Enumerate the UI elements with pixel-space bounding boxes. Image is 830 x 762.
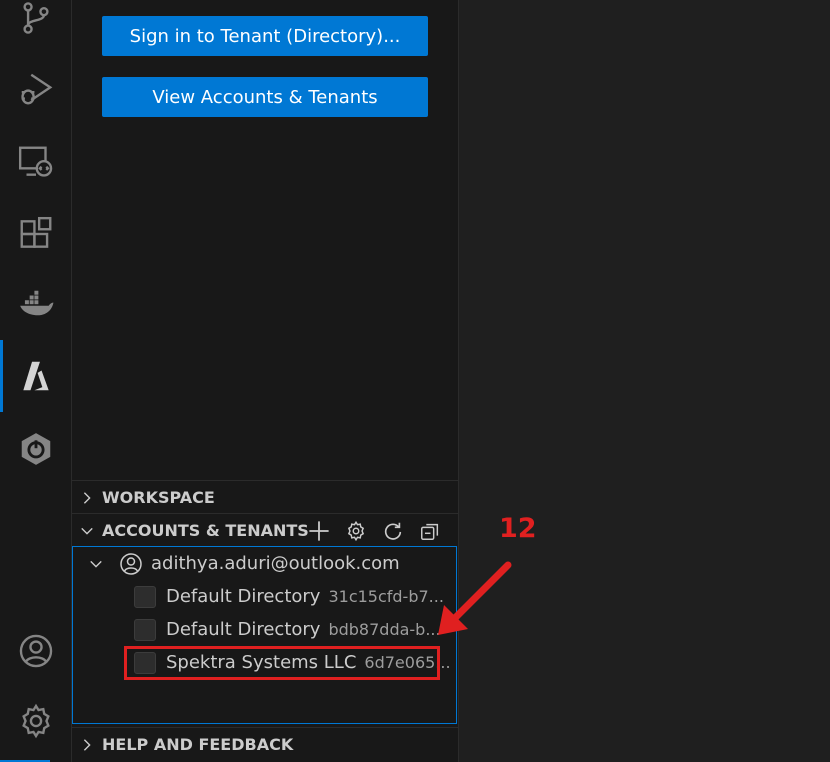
settings-gear-icon[interactable]	[0, 686, 72, 756]
tenant-name: Default Directory	[166, 619, 321, 640]
chevron-down-icon	[72, 514, 102, 547]
help-section-label: HELP AND FEEDBACK	[102, 735, 294, 754]
help-section-header[interactable]: HELP AND FEEDBACK	[72, 728, 458, 761]
refresh-icon[interactable]	[378, 517, 408, 545]
accounts-section-label: ACCOUNTS & TENANTS	[102, 521, 309, 540]
gear-icon[interactable]	[341, 517, 371, 545]
accounts-actions	[304, 514, 445, 547]
accounts-tree: adithya.aduri@outlook.com Default Direct…	[72, 546, 457, 724]
annotation-arrow-icon	[438, 561, 512, 635]
workspace-section-header[interactable]: WORKSPACE	[72, 481, 458, 514]
account-icon[interactable]	[0, 616, 72, 686]
tenant-id: 31c15cfd-b7...	[328, 587, 444, 606]
remote-explorer-icon[interactable]	[0, 127, 72, 197]
extensions-icon[interactable]	[0, 199, 72, 269]
editor-area	[459, 0, 830, 762]
tenant-row[interactable]: Default Directory bdb87dda-b...	[73, 613, 458, 646]
tenant-row[interactable]: Default Directory 31c15cfd-b7...	[73, 580, 458, 613]
sign-in-tenant-button[interactable]: Sign in to Tenant (Directory)...	[102, 16, 428, 56]
tenant-checkbox[interactable]	[134, 618, 156, 641]
source-control-icon[interactable]	[0, 0, 72, 53]
step-number-annotation: 12	[499, 513, 537, 544]
docker-icon[interactable]	[0, 270, 72, 340]
azure-icon[interactable]	[0, 341, 72, 411]
account-email: adithya.aduri@outlook.com	[151, 553, 400, 574]
view-accounts-button[interactable]: View Accounts & Tenants	[102, 77, 428, 117]
tenant-id: bdb87dda-b...	[328, 620, 441, 639]
chevron-down-icon	[73, 557, 119, 571]
collapse-all-icon[interactable]	[415, 517, 445, 545]
run-debug-icon[interactable]	[0, 54, 72, 124]
tenant-name: Default Directory	[166, 586, 321, 607]
activity-bar	[0, 0, 72, 762]
tenant-checkbox[interactable]	[134, 585, 156, 608]
add-icon[interactable]	[304, 517, 334, 545]
highlight-box	[124, 646, 440, 680]
account-row[interactable]: adithya.aduri@outlook.com	[73, 547, 458, 580]
account-icon	[119, 552, 143, 576]
chevron-right-icon	[72, 481, 102, 514]
workspace-section-label: WORKSPACE	[102, 488, 215, 507]
spring-boot-icon[interactable]	[0, 414, 72, 484]
chevron-right-icon	[72, 728, 102, 761]
accounts-section-header[interactable]: ACCOUNTS & TENANTS	[72, 514, 458, 547]
